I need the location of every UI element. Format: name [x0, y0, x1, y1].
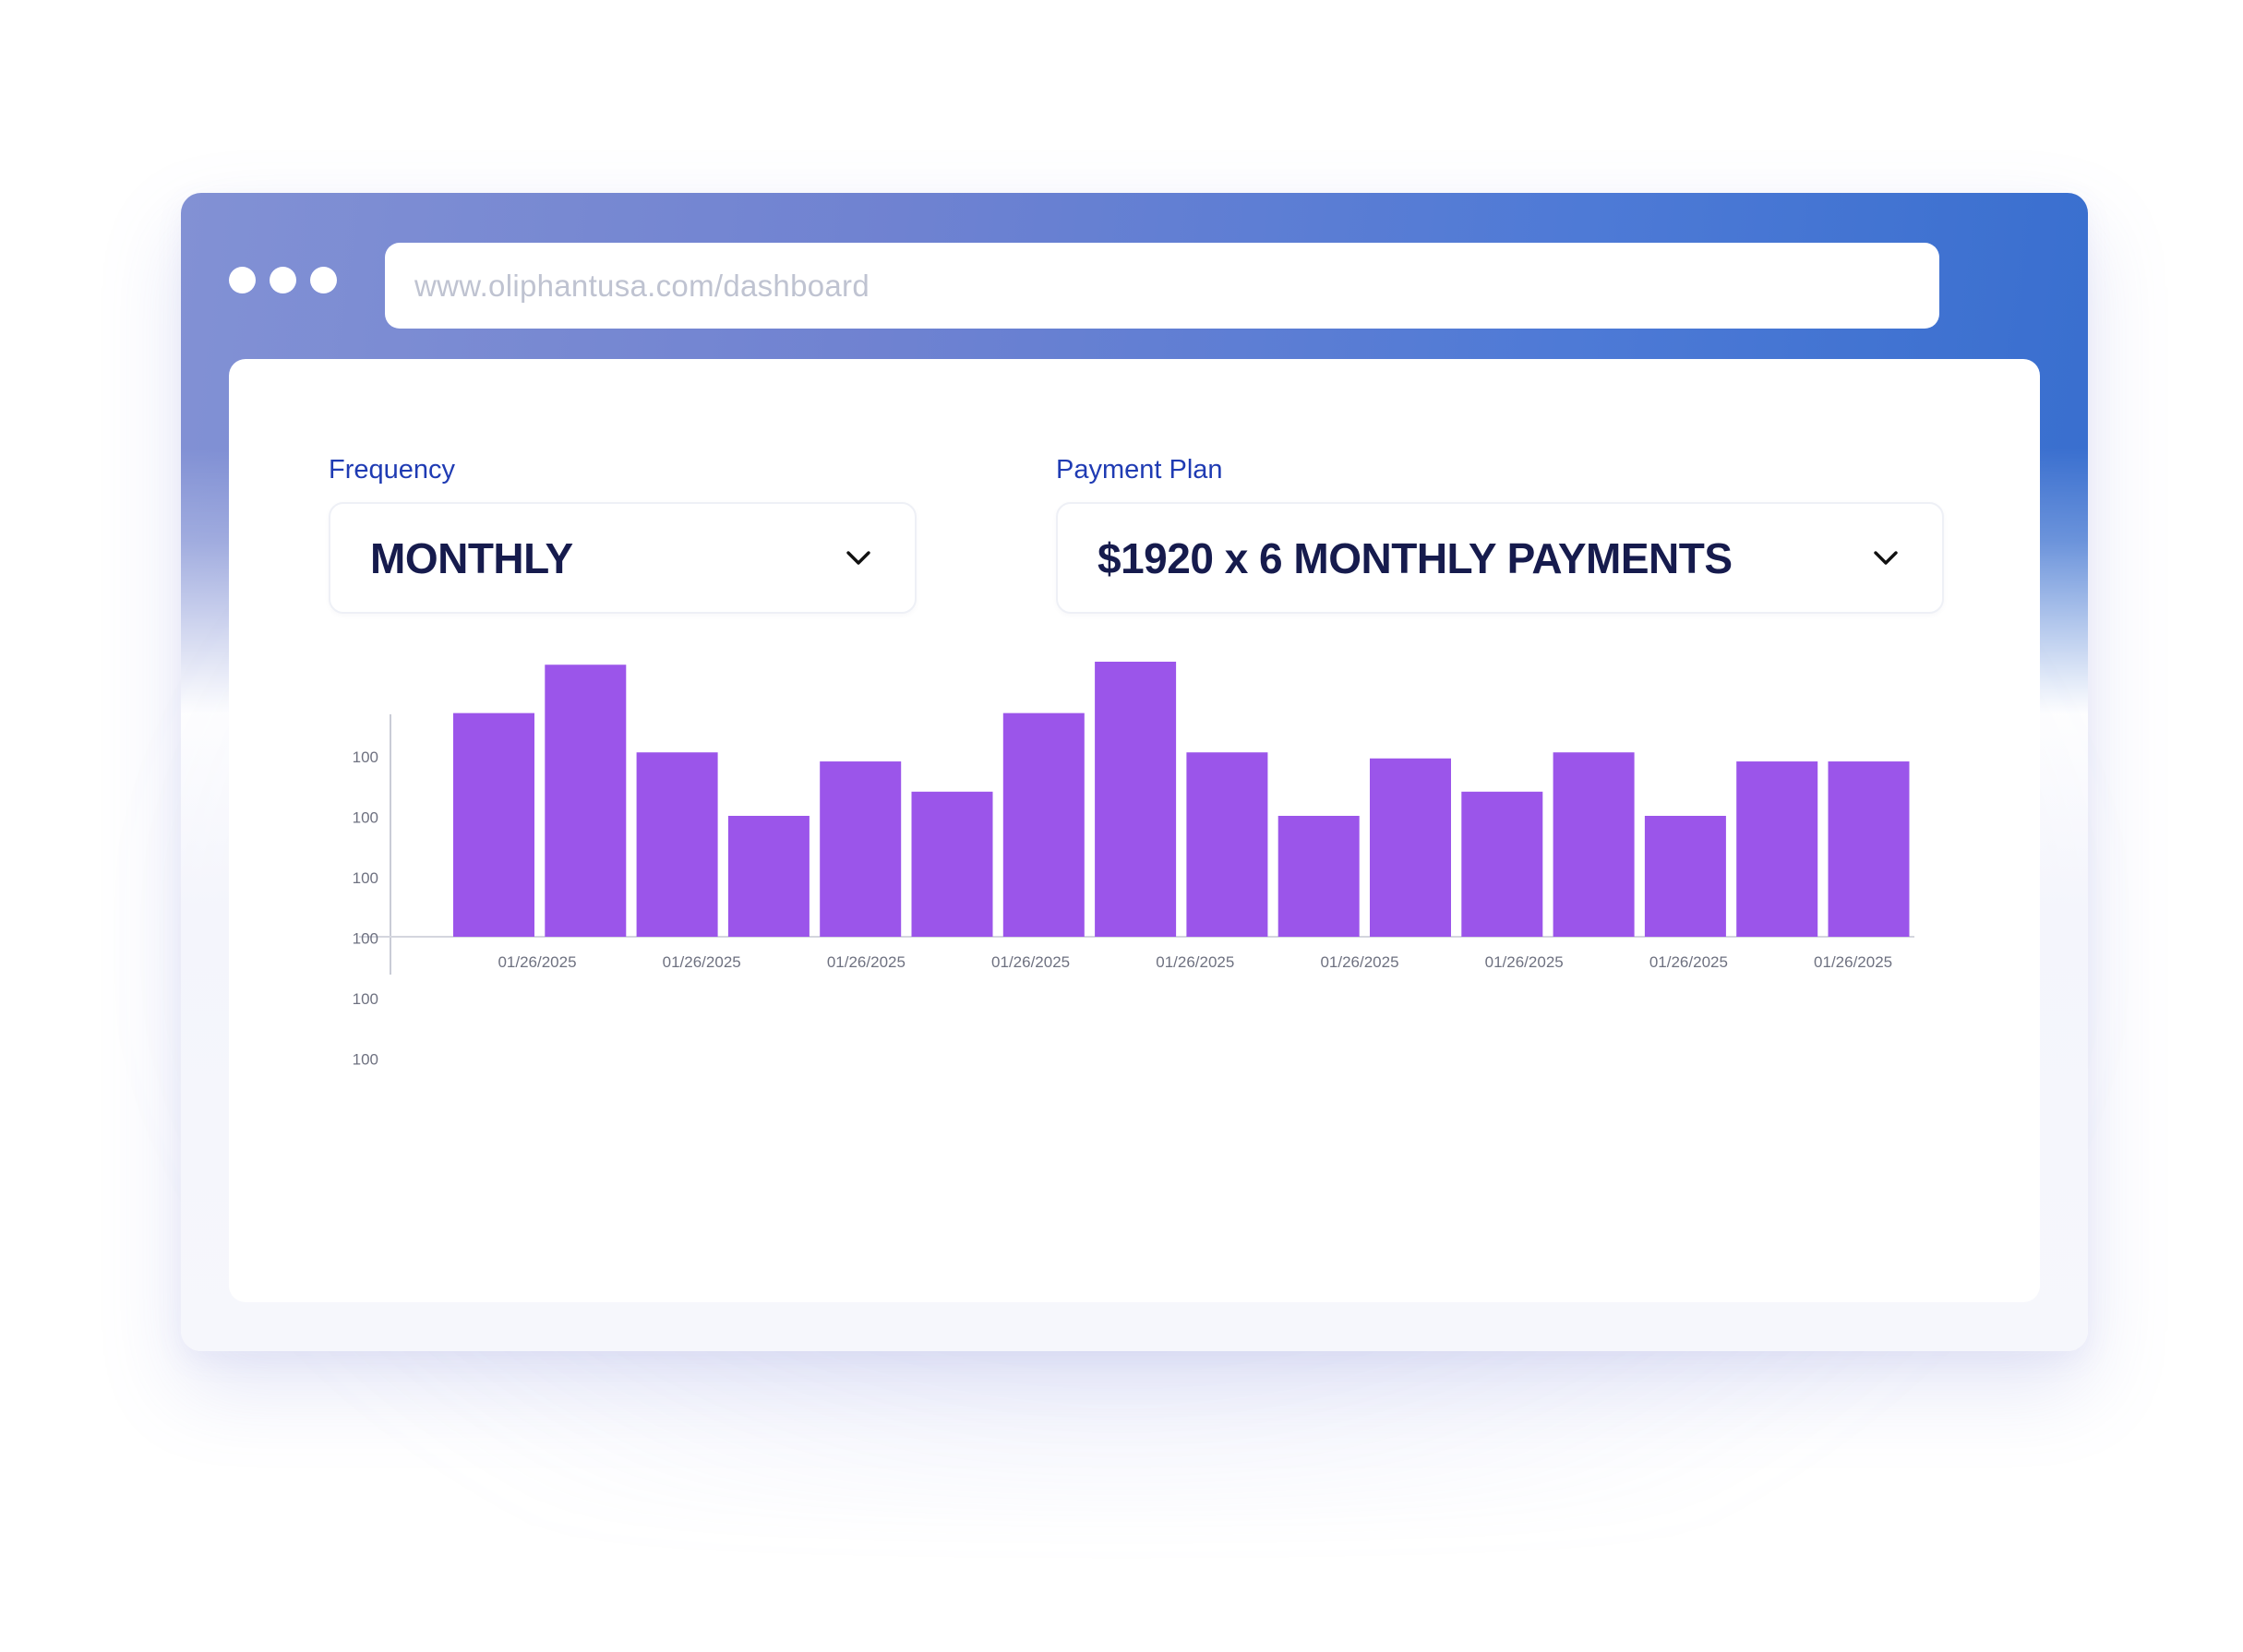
- chart-bar: [1736, 761, 1818, 937]
- chart-bar: [911, 791, 993, 937]
- payments-bar-chart: 100 100 100 100 100 100 01/26/2025 01/26/2025 01…: [353, 661, 1914, 1069]
- x-tick-label: 01/26/2025: [827, 953, 906, 971]
- x-tick-label: 01/26/2025: [1814, 953, 1892, 971]
- page-background: www.oliphantusa.com/dashboard Frequency …: [0, 0, 2243, 1652]
- chart-bar: [453, 712, 534, 937]
- chart-bar: [1553, 752, 1635, 937]
- window-controls: [229, 267, 337, 293]
- url-text: www.oliphantusa.com/dashboard: [414, 268, 870, 303]
- dashboard-panel: Frequency MONTHLY Payment Plan $1920 x 6…: [229, 359, 2040, 1302]
- chart-bar: [1370, 758, 1451, 937]
- chart-bar: [1186, 752, 1268, 937]
- y-tick-label: 100: [353, 869, 378, 887]
- chart-bar: [1461, 791, 1543, 937]
- chart-bar: [1277, 816, 1360, 937]
- address-bar[interactable]: www.oliphantusa.com/dashboard: [385, 243, 1939, 329]
- y-tick-label: 100: [353, 748, 378, 766]
- chart-bar: [1095, 661, 1177, 937]
- x-tick-label: 01/26/2025: [991, 953, 1070, 971]
- x-tick-label: 01/26/2025: [1320, 953, 1398, 971]
- chart-bar: [820, 761, 902, 937]
- x-tick-label: 01/26/2025: [1156, 953, 1234, 971]
- y-tick-label: 100: [353, 1051, 378, 1069]
- chart-bar: [1644, 816, 1726, 937]
- y-tick-label: 100: [353, 930, 378, 948]
- chart-bar: [1828, 761, 1910, 937]
- x-tick-label: 01/26/2025: [498, 953, 576, 971]
- close-window-dot[interactable]: [229, 267, 256, 293]
- minimize-window-dot[interactable]: [270, 267, 296, 293]
- x-tick-label: 01/26/2025: [663, 953, 741, 971]
- x-tick-label: 01/26/2025: [1485, 953, 1564, 971]
- browser-window: www.oliphantusa.com/dashboard Frequency …: [181, 193, 2088, 1351]
- x-tick-label: 01/26/2025: [1649, 953, 1728, 971]
- chart-bar: [545, 664, 627, 937]
- y-tick-label: 100: [353, 990, 378, 1008]
- y-tick-label: 100: [353, 809, 378, 827]
- maximize-window-dot[interactable]: [310, 267, 337, 293]
- chart-bar: [636, 752, 718, 937]
- chart-bar: [727, 816, 810, 937]
- chart-bar: [1002, 712, 1085, 937]
